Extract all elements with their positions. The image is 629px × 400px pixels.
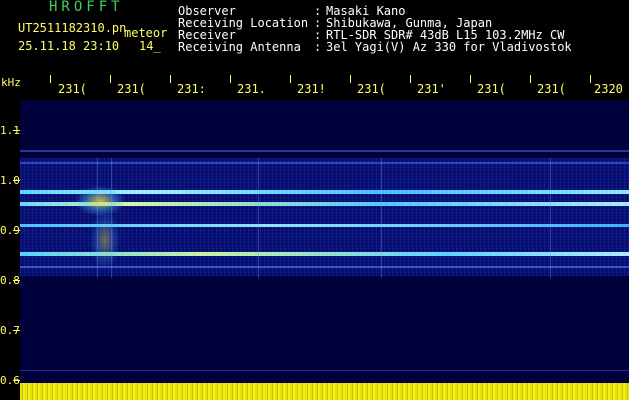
count: 14_: [139, 39, 161, 53]
vertical-trace: [111, 158, 112, 278]
x-tick-mark: [530, 75, 531, 83]
y-tick-label: 0.8: [0, 274, 20, 287]
unit-label: kHz: [1, 76, 21, 89]
app-title: HROFFT: [49, 0, 124, 15]
x-tick-label: 231(: [357, 82, 386, 96]
file-name: UT2511182310.pn: [18, 21, 127, 35]
vertical-trace: [258, 158, 259, 278]
vertical-trace: [550, 158, 551, 278]
x-tick-label: 231(: [117, 82, 146, 96]
x-tick-mark: [290, 75, 291, 83]
datetime: 25.11.18 23:10: [18, 39, 120, 53]
x-tick-mark: [350, 75, 351, 83]
y-tick-label: 0.9: [0, 224, 20, 237]
y-axis: [0, 100, 20, 400]
x-tick-label: 231(: [537, 82, 566, 96]
x-tick-label: 231(: [58, 82, 87, 96]
signal-band: [20, 150, 629, 152]
header: HROFFT UT2511182310.pn meteor 25.11.18 2…: [0, 0, 629, 72]
x-tick-mark: [590, 75, 591, 83]
y-tick-label: 0.7: [0, 324, 20, 337]
x-tick-mark: [110, 75, 111, 83]
baseline-line: [20, 370, 629, 371]
x-tick-mark: [470, 75, 471, 83]
x-tick-label: 231': [417, 82, 446, 96]
info-value-antenna: 3el Yagi(V) Az 330 for Vladivostok: [326, 40, 572, 54]
info-separator: :: [314, 40, 322, 54]
x-tick-mark: [170, 75, 171, 83]
x-tick-label: 2320: [594, 82, 623, 96]
spectrogram: [20, 100, 629, 400]
vertical-trace: [97, 158, 98, 278]
x-tick-mark: [50, 75, 51, 83]
x-tick-label: 231!: [297, 82, 326, 96]
noise-floor: [20, 383, 629, 400]
x-tick-mark: [410, 75, 411, 83]
y-tick-label: 1.1: [0, 124, 20, 137]
x-tick-mark: [230, 75, 231, 83]
y-tick-label: 0.6: [0, 374, 20, 387]
meteor-echo: [90, 210, 120, 270]
x-tick-label: 231.: [237, 82, 266, 96]
vertical-trace: [381, 158, 382, 278]
y-tick-label: 1.0: [0, 174, 20, 187]
x-tick-label: 231:: [177, 82, 206, 96]
file-suffix: meteor: [124, 26, 168, 40]
info-label-antenna: Receiving Antenna: [178, 40, 301, 54]
x-tick-label: 231(: [477, 82, 506, 96]
